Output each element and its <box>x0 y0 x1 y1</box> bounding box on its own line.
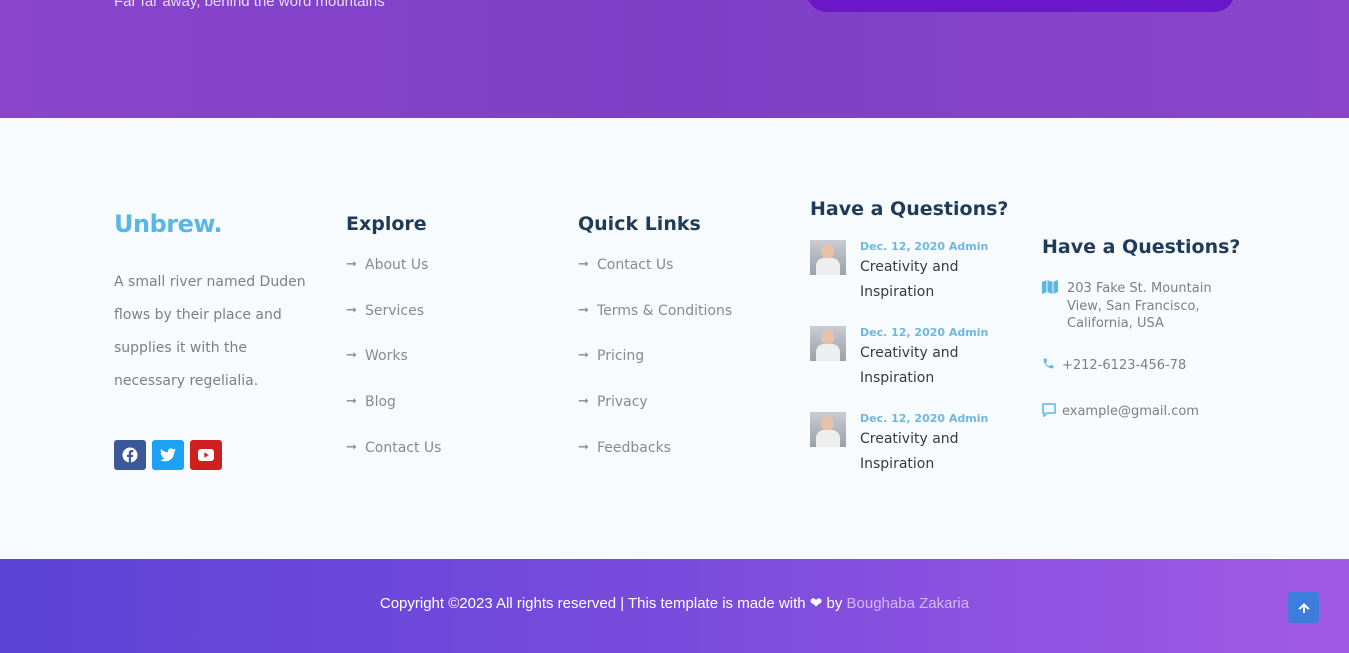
recent-posts-column: Have a Questions? Dec. 12, 2020 Admin Cr… <box>810 198 1010 498</box>
arrow-right-icon: ➞ <box>578 302 589 318</box>
recent-posts-title: Have a Questions? <box>810 198 1009 220</box>
explore-links: ➞ About Us ➞ Services ➞ Works ➞ Blog ➞ Contac… <box>346 257 441 485</box>
post-thumbnail[interactable] <box>810 326 846 361</box>
footer-logo[interactable]: Unbrew. <box>114 210 314 238</box>
arrow-right-icon: ➞ <box>346 302 357 318</box>
arrow-right-icon: ➞ <box>346 257 357 272</box>
map-icon <box>1042 280 1067 300</box>
explore-column: Explore ➞ About Us ➞ Services ➞ Works ➞ Blog… <box>346 213 441 485</box>
youtube-link[interactable] <box>190 440 222 470</box>
footer-brand: Unbrew. A small river named Duden flows … <box>114 210 314 470</box>
arrow-right-icon: ➞ <box>578 348 589 364</box>
arrow-right-icon: ➞ <box>346 394 357 410</box>
contact-phone-text[interactable]: +212-6123-456-78 <box>1062 357 1186 375</box>
arrow-up-icon <box>1298 602 1309 613</box>
quick-link[interactable]: ➞ Terms & Conditions <box>578 303 732 349</box>
arrow-right-icon: ➞ <box>578 439 589 455</box>
explore-link[interactable]: ➞ Works <box>346 348 441 394</box>
post-item[interactable]: Dec. 12, 2020 Admin Creativity and Inspi… <box>810 326 1010 394</box>
arrow-right-icon: ➞ <box>578 394 589 410</box>
post-meta[interactable]: Dec. 12, 2020 Admin <box>860 326 1010 339</box>
explore-link[interactable]: ➞ Blog <box>346 394 441 440</box>
arrow-right-icon: ➞ <box>346 439 357 455</box>
twitter-link[interactable] <box>152 440 184 470</box>
explore-title: Explore <box>346 213 427 235</box>
contact-email-text[interactable]: example@gmail.com <box>1062 403 1199 421</box>
post-item[interactable]: Dec. 12, 2020 Admin Creativity and Inspi… <box>810 240 1010 308</box>
post-meta[interactable]: Dec. 12, 2020 Admin <box>860 240 1010 253</box>
quick-link[interactable]: ➞ Contact Us <box>578 257 732 303</box>
phone-icon <box>1042 357 1062 376</box>
copyright-statement: Copyright ©2023 All rights reserved | Th… <box>379 595 806 612</box>
twitter-icon <box>160 448 176 462</box>
quick-links-column: Quick Links ➞ Contact Us ➞ Terms & Conditi… <box>578 213 732 485</box>
author-link[interactable]: Boughaba Zakaria <box>847 595 970 612</box>
quick-link[interactable]: ➞ Pricing <box>578 348 732 394</box>
message-icon <box>1042 403 1062 423</box>
arrow-right-icon: ➞ <box>578 257 589 272</box>
contact-phone[interactable]: +212-6123-456-78 <box>1042 357 1242 376</box>
contact-title: Have a Questions? <box>1042 236 1241 258</box>
top-banner: Far far away, behind the word mountains <box>0 0 1349 118</box>
explore-link[interactable]: ➞ Services <box>346 303 441 349</box>
heart-icon: ❤ <box>809 595 823 612</box>
facebook-icon <box>122 447 138 463</box>
facebook-link[interactable] <box>114 440 146 470</box>
copyright-by: by <box>826 595 843 612</box>
post-title[interactable]: Creativity and Inspiration <box>860 341 1010 391</box>
footer-about-text: A small river named Duden flows by their… <box>114 274 306 389</box>
post-meta[interactable]: Dec. 12, 2020 Admin <box>860 412 1010 425</box>
copyright-bar: Copyright ©2023 All rights reserved | Th… <box>0 559 1349 653</box>
copyright-text: Copyright ©2023 All rights reserved | Th… <box>0 594 1349 612</box>
contact-address: 203 Fake St. Mountain View, San Francisc… <box>1042 280 1242 333</box>
banner-tagline: Far far away, behind the word mountains <box>114 0 385 10</box>
quick-links: ➞ Contact Us ➞ Terms & Conditions ➞ Pricing… <box>578 257 732 485</box>
contact-email[interactable]: example@gmail.com <box>1042 403 1242 423</box>
post-item[interactable]: Dec. 12, 2020 Admin Creativity and Inspi… <box>810 412 1010 480</box>
post-thumbnail[interactable] <box>810 240 846 275</box>
post-thumbnail[interactable] <box>810 412 846 447</box>
quick-links-title: Quick Links <box>578 213 701 235</box>
youtube-icon <box>198 449 214 461</box>
banner-button[interactable] <box>806 0 1235 12</box>
back-to-top-button[interactable] <box>1288 592 1319 623</box>
contact-address-text: 203 Fake St. Mountain View, San Francisc… <box>1067 281 1212 331</box>
contact-column: Have a Questions? 203 Fake St. Mountain … <box>1042 236 1242 423</box>
quick-link[interactable]: ➞ Privacy <box>578 394 732 440</box>
explore-link[interactable]: ➞ Contact Us <box>346 440 441 486</box>
explore-link[interactable]: ➞ About Us <box>346 257 441 303</box>
post-title[interactable]: Creativity and Inspiration <box>860 427 1010 477</box>
post-title[interactable]: Creativity and Inspiration <box>860 255 1010 305</box>
arrow-right-icon: ➞ <box>346 348 357 364</box>
quick-link[interactable]: ➞ Feedbacks <box>578 440 732 486</box>
social-links <box>114 440 314 470</box>
footer: Unbrew. A small river named Duden flows … <box>0 118 1349 559</box>
